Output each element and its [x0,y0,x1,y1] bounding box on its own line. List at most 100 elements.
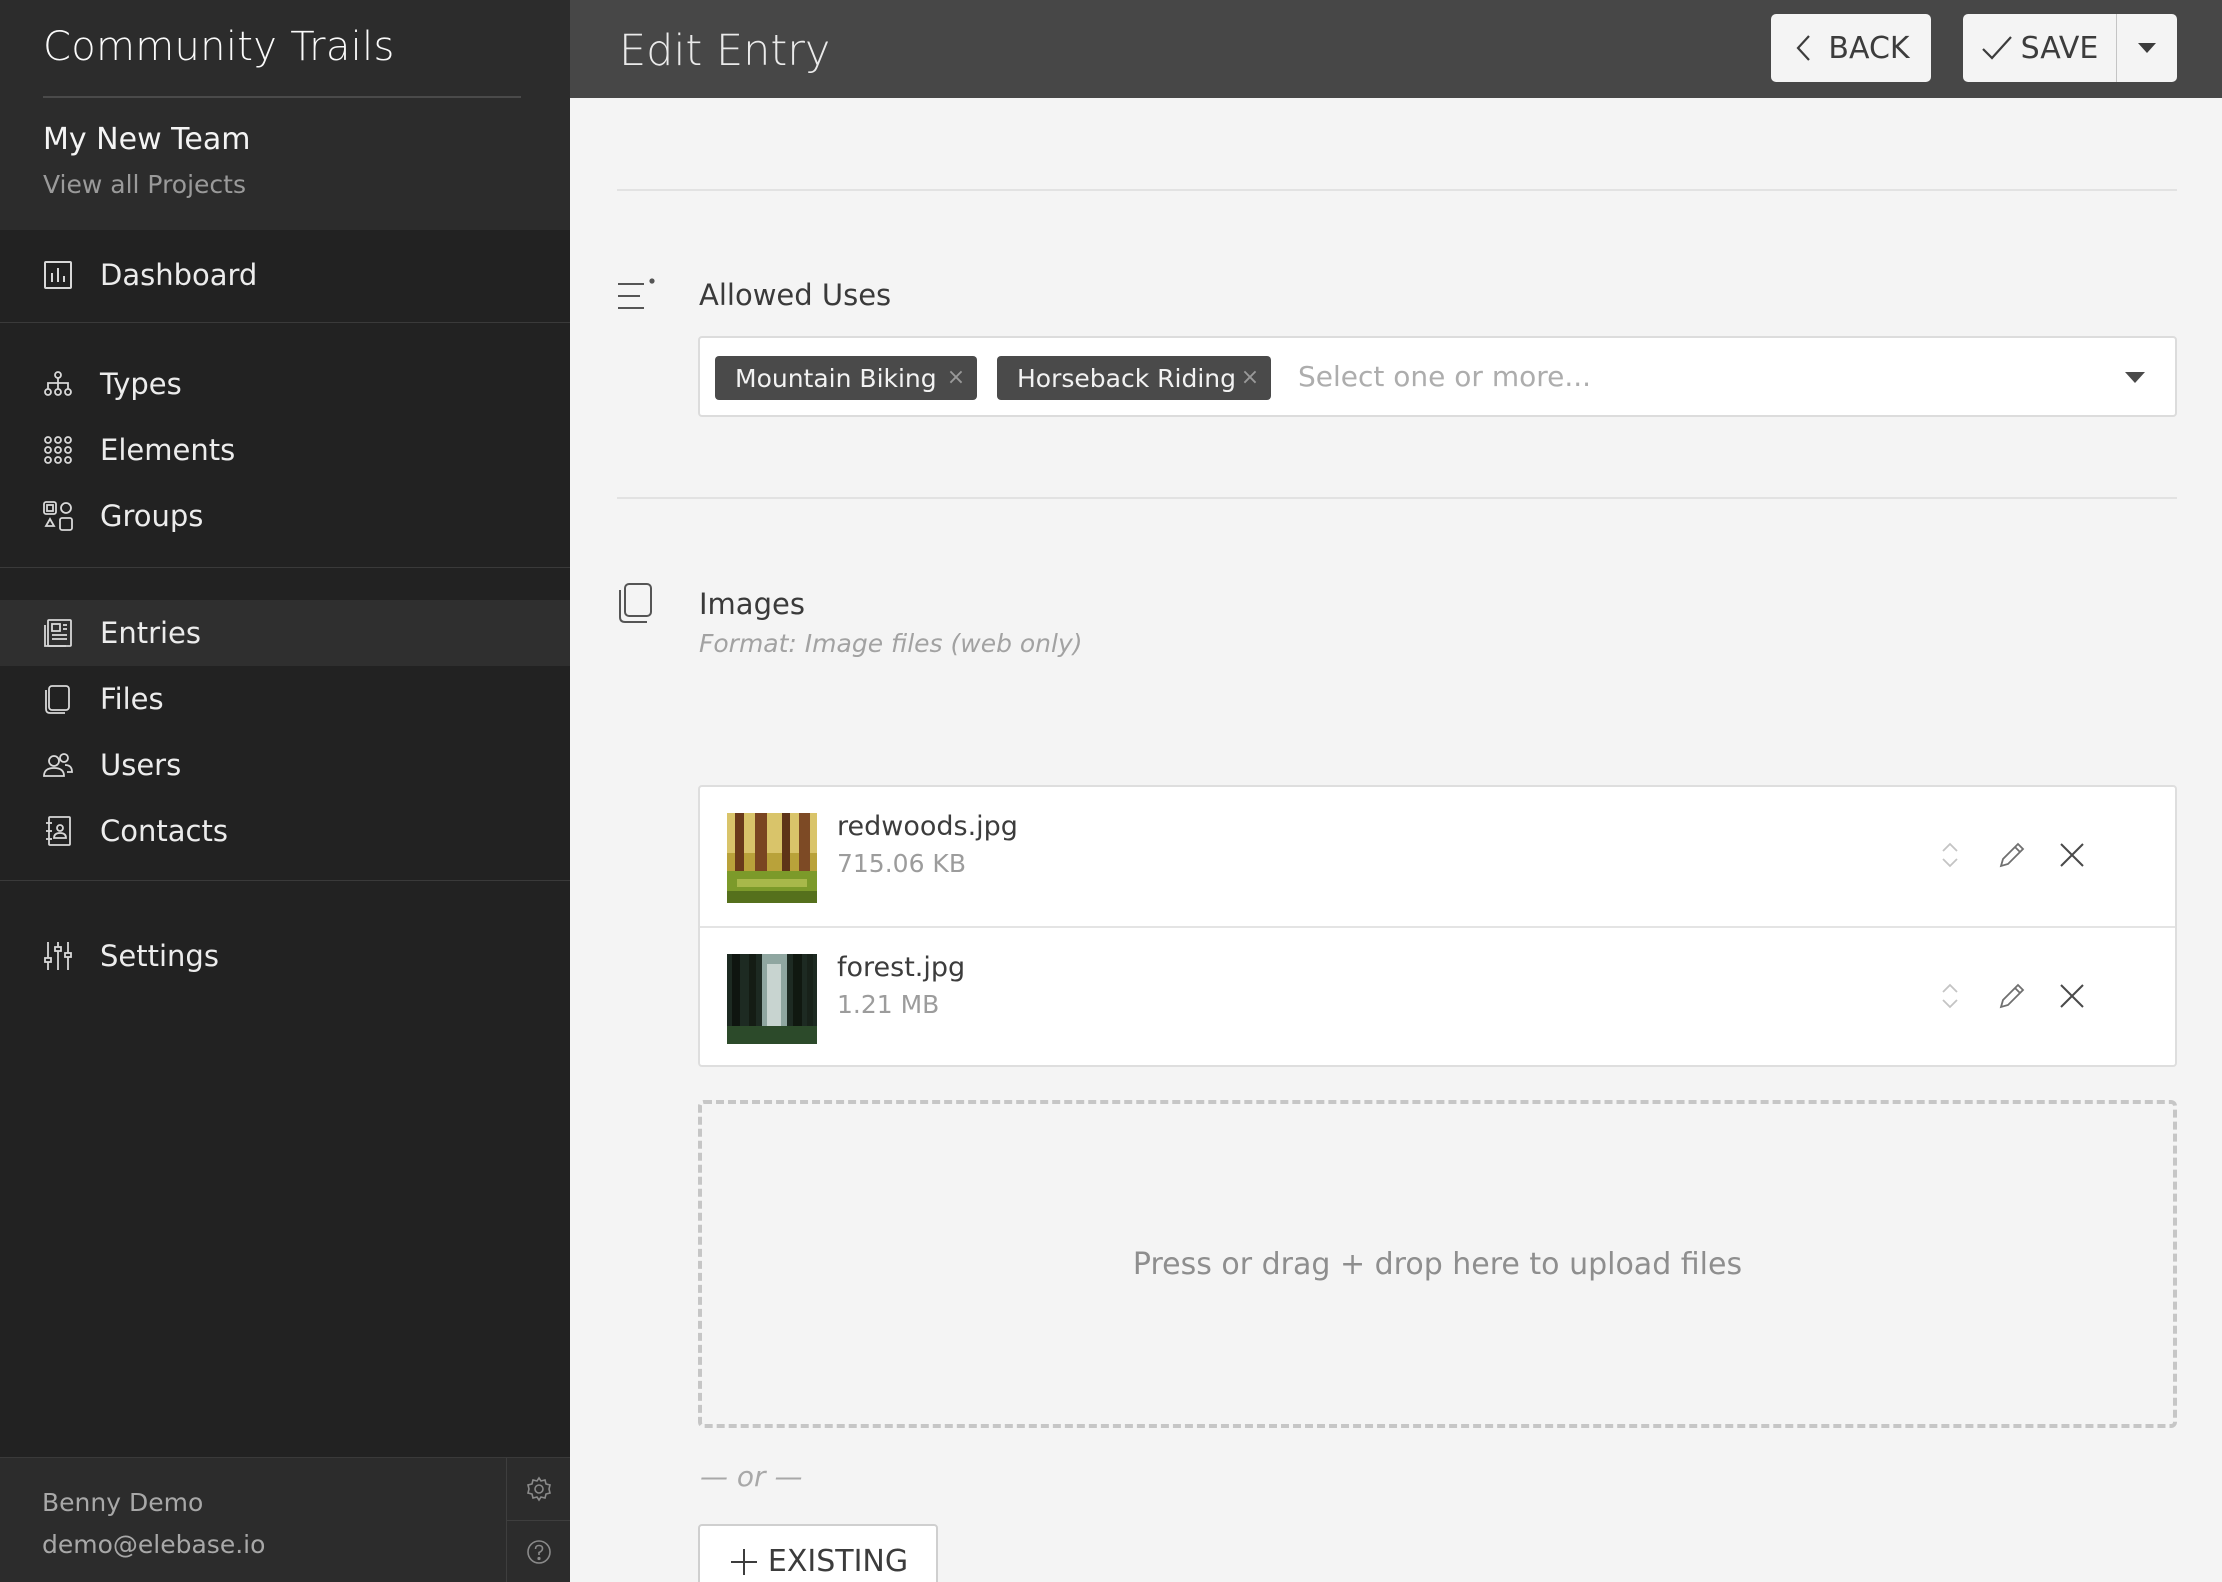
remove-tag-icon[interactable]: × [1239,365,1261,390]
or-separator: — or — [700,1460,803,1493]
allowed-uses-label: Allowed Uses [699,278,892,312]
edit-entry-form: Allowed Uses Mountain Biking × Horseback… [570,98,2222,1582]
sidebar-item-label: Users [100,748,182,782]
sidebar-item-contacts[interactable]: Contacts [0,798,570,864]
app-title[interactable]: Community Trails [43,18,527,76]
sidebar-item-label: Types [100,367,182,401]
sidebar-item-users[interactable]: Users [0,732,570,798]
file-size: 1.21 MB [837,990,940,1019]
sidebar-item-entries[interactable]: Entries [0,600,570,666]
sort-icon [1942,983,1958,1009]
sidebar-item-groups[interactable]: Groups [0,483,570,549]
sidebar-item-label: Elements [100,433,236,467]
pencil-icon [1999,983,2025,1009]
footer-buttons [506,1458,570,1582]
sidebar-header: Community Trails My New Team View all Pr… [0,0,570,230]
caret-down-icon [2138,43,2156,53]
select-placeholder[interactable]: Select one or more... [1298,360,1591,393]
edit-file-button[interactable] [1994,835,2030,875]
contacts-icon [42,815,74,847]
file-name: redwoods.jpg [837,811,1018,842]
sidebar-item-label: Groups [100,499,204,533]
sidebar-item-label: Entries [100,616,202,650]
back-button-label: BACK [1828,30,1910,66]
settings-icon [42,940,74,972]
reorder-handle[interactable] [1932,835,1968,875]
files-field-icon [616,582,658,624]
nav-group-settings: Settings [0,881,570,989]
user-info: Benny Demo demo@elebase.io [42,1482,265,1566]
help-icon [526,1539,551,1564]
back-button[interactable]: BACK [1771,14,1931,82]
allowed-uses-select[interactable]: Mountain Biking × Horseback Riding × Sel… [698,336,2177,417]
sidebar-item-label: Dashboard [100,258,258,292]
sidebar-item-label: Settings [100,939,219,973]
sidebar-item-settings[interactable]: Settings [0,923,570,989]
sidebar-item-types[interactable]: Types [0,351,570,417]
gear-icon [526,1476,551,1502]
sidebar-item-files[interactable]: Files [0,666,570,732]
file-size: 715.06 KB [837,849,966,878]
view-all-projects-link[interactable]: View all Projects [43,168,527,202]
save-options-dropdown[interactable] [2117,14,2177,82]
images-label: Images [699,587,805,621]
save-button[interactable]: SAVE [1963,14,2117,82]
plus-icon [730,1548,757,1575]
remove-file-button[interactable] [2054,835,2090,875]
add-existing-button[interactable]: EXISTING [698,1524,938,1582]
file-name: forest.jpg [837,952,966,983]
section-divider [617,189,2177,191]
sidebar-item-label: Contacts [100,814,228,848]
file-row: redwoods.jpg 715.06 KB [700,787,2175,926]
file-thumbnail[interactable] [727,954,817,1044]
remove-file-button[interactable] [2054,976,2090,1016]
nav-group-content: Entries Files Users Contacts [0,568,570,881]
images-format-hint: Format: Image files (web only) [699,629,1083,658]
reorder-handle[interactable] [1932,976,1968,1016]
user-name: Benny Demo [42,1488,204,1517]
elements-icon [42,434,74,466]
types-icon [42,368,74,400]
user-email: demo@elebase.io [42,1530,266,1559]
dropdown-caret-icon[interactable] [2125,372,2145,383]
sidebar-item-elements[interactable]: Elements [0,417,570,483]
chevron-left-icon [1796,35,1811,61]
users-icon [42,749,74,781]
list-field-icon [616,276,658,318]
dropzone-text: Press or drag + drop here to upload file… [1132,1246,1743,1282]
file-row: forest.jpg 1.21 MB [700,926,2175,1065]
tag-label: Horseback Riding [1017,363,1236,393]
page-title: Edit Entry [619,26,831,76]
file-thumbnail[interactable] [727,813,817,903]
groups-icon [42,500,74,532]
close-icon [2060,843,2084,867]
check-icon [1981,36,2012,60]
add-existing-label: EXISTING [767,1544,909,1579]
account-settings-button[interactable] [507,1458,570,1520]
remove-tag-icon[interactable]: × [945,365,967,390]
dashboard-icon [42,259,74,291]
team-name[interactable]: My New Team [43,120,527,160]
edit-file-button[interactable] [1994,976,2030,1016]
pencil-icon [1999,842,2025,868]
save-button-label: SAVE [2020,30,2099,66]
tag-mountain-biking: Mountain Biking × [715,356,977,400]
tag-horseback-riding: Horseback Riding × [997,356,1271,400]
top-bar: Edit Entry BACK SAVE [570,0,2222,98]
sidebar-item-dashboard[interactable]: Dashboard [0,242,570,308]
sort-icon [1942,842,1958,868]
tag-label: Mountain Biking [735,363,937,393]
nav-group-structure: Types Elements Groups [0,323,570,568]
divider [43,96,521,98]
help-button[interactable] [507,1520,570,1582]
files-icon [42,683,74,715]
sidebar: Community Trails My New Team View all Pr… [0,0,570,1582]
section-divider [617,497,2177,499]
close-icon [2060,984,2084,1008]
sidebar-item-label: Files [100,682,164,716]
file-list: redwoods.jpg 715.06 KB forest.jpg 1.21 M… [698,785,2177,1067]
save-button-group: SAVE [1963,14,2177,82]
nav-group-main: Dashboard [0,230,570,323]
entries-icon [42,617,74,649]
upload-dropzone[interactable]: Press or drag + drop here to upload file… [698,1100,2177,1428]
